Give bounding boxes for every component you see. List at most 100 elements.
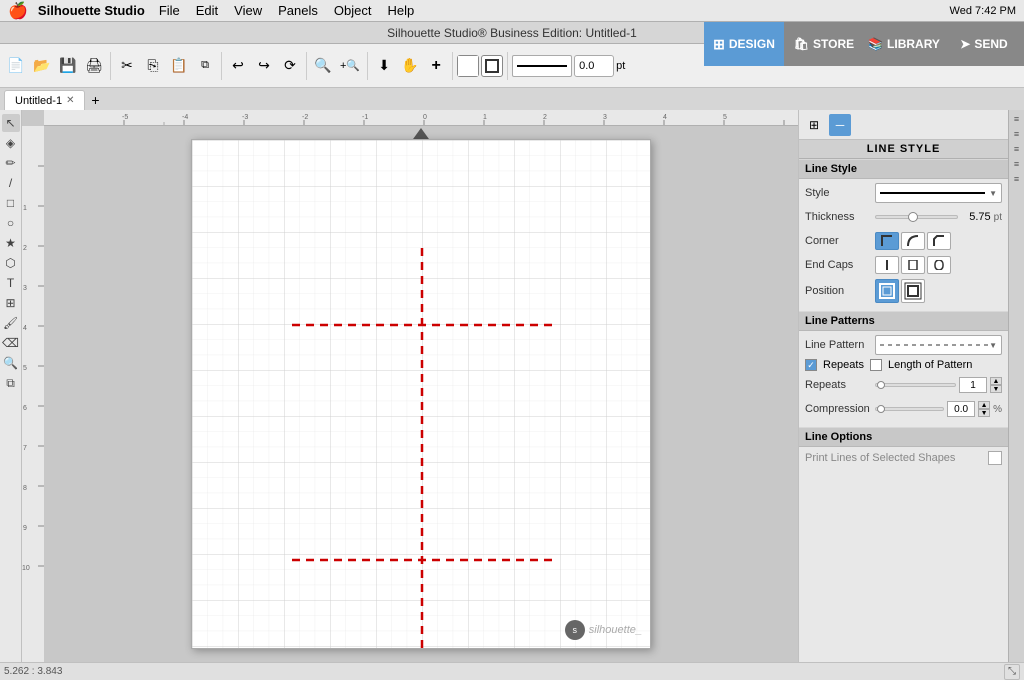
style-dropdown[interactable]: ▼ <box>875 183 1002 203</box>
far-right-expand-4[interactable]: ≡ <box>1010 157 1024 171</box>
repeats-slider-track[interactable] <box>875 378 956 392</box>
menu-help[interactable]: Help <box>387 3 414 18</box>
apple-menu[interactable]: 🍎 <box>8 1 28 21</box>
svg-text:-4: -4 <box>182 114 188 121</box>
panel-icon-grid[interactable]: ⊞ <box>803 114 825 136</box>
compression-increment-btn[interactable]: ▲ <box>978 401 990 409</box>
thickness-slider-track[interactable] <box>875 210 958 224</box>
tab-close-button[interactable]: ✕ <box>66 95 74 106</box>
menu-items: File Edit View Panels Object Help <box>159 3 414 18</box>
toolbar-undo-btn[interactable]: ↩ <box>226 50 250 82</box>
toolbar-zoom-in-btn[interactable]: +🔍 <box>337 50 363 82</box>
repeats-value-input[interactable]: 1 <box>959 377 987 393</box>
toolbar-zoom-out-btn[interactable]: 🔍 <box>311 50 335 82</box>
line-pattern-dropdown[interactable]: ▼ <box>875 335 1002 355</box>
position-outside-btn[interactable] <box>901 279 925 303</box>
menu-object[interactable]: Object <box>334 3 372 18</box>
endcap-flat-btn[interactable] <box>875 256 899 274</box>
select-tool[interactable]: ↖ <box>2 114 20 132</box>
repeats-decrement-btn[interactable]: ▼ <box>990 385 1002 393</box>
compression-slider-track[interactable] <box>875 402 944 416</box>
store-nav-button[interactable]: 🛍 STORE <box>784 22 864 66</box>
length-of-pattern-checkbox[interactable] <box>870 359 882 371</box>
panel-title: LINE STYLE <box>799 140 1008 159</box>
draw-tool[interactable]: ✏ <box>2 154 20 172</box>
bottom-right-button[interactable]: ⤡ <box>1004 664 1020 680</box>
compression-decrement-btn[interactable]: ▼ <box>978 409 990 417</box>
polygon-tool[interactable]: ⬡ <box>2 254 20 272</box>
svg-text:1: 1 <box>23 205 27 212</box>
toolbar-paste-btn[interactable]: 📋 <box>167 50 191 82</box>
time-display: Wed 7:42 PM <box>950 5 1016 17</box>
endcap-round-btn[interactable] <box>927 256 951 274</box>
toolbar-separator-2 <box>221 52 222 80</box>
corner-bevel-btn[interactable] <box>927 232 951 250</box>
toolbar-duplicate-btn[interactable]: ⧉ <box>193 50 217 82</box>
thickness-slider-thumb[interactable] <box>908 212 918 222</box>
eraser-tool[interactable]: ⌫ <box>2 334 20 352</box>
ellipse-tool[interactable]: ○ <box>2 214 20 232</box>
send-nav-button[interactable]: ➤ SEND <box>944 22 1024 66</box>
stroke-color-swatch[interactable] <box>481 55 503 77</box>
text-tool[interactable]: T <box>2 274 20 292</box>
tab-untitled-1[interactable]: Untitled-1 ✕ <box>4 90 85 110</box>
toolbar-rotate-btn[interactable]: ⟳ <box>278 50 302 82</box>
compression-slider-thumb[interactable] <box>877 405 885 413</box>
print-lines-row: Print Lines of Selected Shapes <box>805 451 1002 465</box>
canvas[interactable]: s silhouette_ <box>191 139 651 649</box>
star-tool[interactable]: ★ <box>2 234 20 252</box>
toolbar-hand-btn[interactable]: ✋ <box>398 50 422 82</box>
endcaps-control <box>875 256 1002 274</box>
toolbar-open-btn[interactable]: 📂 <box>30 50 54 82</box>
stroke-width-control: pt <box>574 55 625 77</box>
library-nav-button[interactable]: 📚 LIBRARY <box>864 22 944 66</box>
toolbar-cut-btn[interactable]: ✂ <box>115 50 139 82</box>
ruler-top-svg: -5 -4 -3 -2 -1 0 1 2 <box>44 110 798 126</box>
compression-value-input[interactable]: 0.0 <box>947 401 975 417</box>
menu-view[interactable]: View <box>234 3 262 18</box>
menu-panels[interactable]: Panels <box>278 3 318 18</box>
toolbar-separator-4 <box>367 52 368 80</box>
compression-unit: % <box>993 404 1002 415</box>
zoom-tool[interactable]: 🔍 <box>2 354 20 372</box>
design-nav-button[interactable]: ⊞ DESIGN <box>704 22 784 66</box>
table-tool[interactable]: ⊞ <box>2 294 20 312</box>
corner-miter-btn[interactable] <box>875 232 899 250</box>
far-right-expand-2[interactable]: ≡ <box>1010 127 1024 141</box>
toolbar-add-btn[interactable]: + <box>424 50 448 82</box>
coords-display: 5.262 : 3.843 <box>4 666 62 677</box>
toolbar-new-btn[interactable]: 📄 <box>4 50 28 82</box>
node-tool[interactable]: ◈ <box>2 134 20 152</box>
toolbar-save-btn[interactable]: 💾 <box>56 50 80 82</box>
bottom-bar: 5.262 : 3.843 ⤡ <box>0 662 1024 680</box>
repeats-increment-btn[interactable]: ▲ <box>990 377 1002 385</box>
endcap-square-btn[interactable] <box>901 256 925 274</box>
toolbar-align-btn[interactable]: ⬇ <box>372 50 396 82</box>
stroke-width-input[interactable] <box>574 55 614 77</box>
line-options-section-header: Line Options <box>799 427 1008 447</box>
toolbar-redo-btn[interactable]: ↪ <box>252 50 276 82</box>
rect-tool[interactable]: □ <box>2 194 20 212</box>
far-right-expand-1[interactable]: ≡ <box>1010 112 1024 126</box>
menu-bar: 🍎 Silhouette Studio File Edit View Panel… <box>0 0 1024 22</box>
paint-tool[interactable]: 🖌 <box>2 314 20 332</box>
line-tool[interactable]: / <box>2 174 20 192</box>
toolbar-print-btn[interactable]: 🖨 <box>82 50 106 82</box>
new-tab-button[interactable]: + <box>85 90 105 110</box>
crop-tool[interactable]: ⧉ <box>2 374 20 392</box>
far-right-expand-3[interactable]: ≡ <box>1010 142 1024 156</box>
corner-round-btn[interactable] <box>901 232 925 250</box>
print-lines-checkbox[interactable] <box>988 451 1002 465</box>
svg-text:-2: -2 <box>302 114 308 121</box>
fill-color-swatch[interactable] <box>457 55 479 77</box>
panel-icon-line[interactable]: ─ <box>829 114 851 136</box>
far-right-expand-5[interactable]: ≡ <box>1010 172 1024 186</box>
menu-edit[interactable]: Edit <box>196 3 218 18</box>
stroke-style-preview[interactable] <box>512 55 572 77</box>
menu-file[interactable]: File <box>159 3 180 18</box>
repeats-checkbox[interactable] <box>805 359 817 371</box>
position-inside-btn[interactable] <box>875 279 899 303</box>
repeats-slider-thumb[interactable] <box>877 381 885 389</box>
toolbar-copy-btn[interactable]: ⎘ <box>141 50 165 82</box>
corner-row: Corner <box>805 231 1002 251</box>
